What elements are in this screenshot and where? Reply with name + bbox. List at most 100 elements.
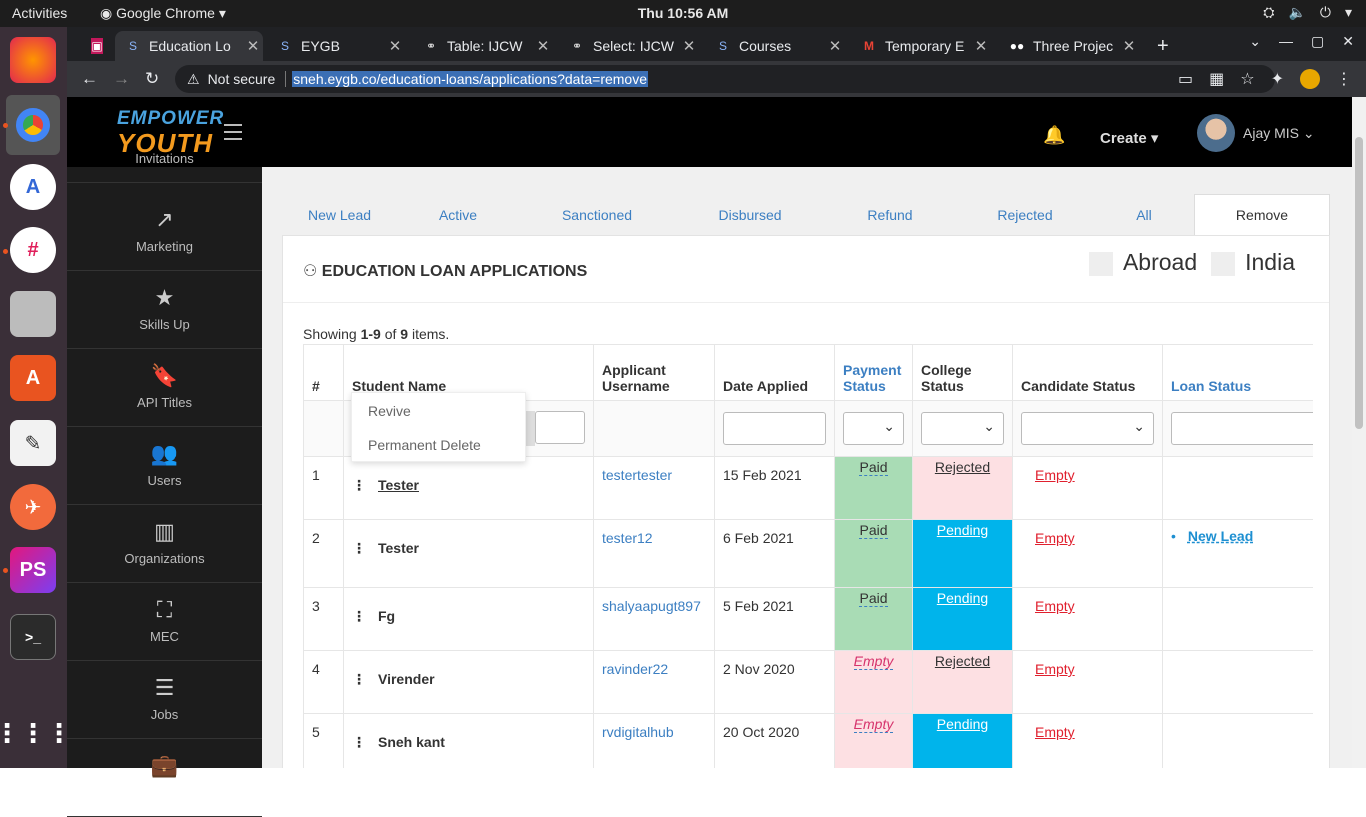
maximize-icon[interactable]: ▢ — [1311, 33, 1324, 50]
files-icon[interactable] — [10, 291, 56, 337]
tab-select[interactable]: ⚭ Select: IJCW ✕ — [559, 31, 699, 61]
tab-active[interactable]: Active — [400, 194, 516, 235]
close-icon[interactable]: ✕ — [825, 37, 845, 55]
reload-icon[interactable]: ↻ — [145, 69, 159, 89]
tab-rejected[interactable]: Rejected — [958, 194, 1092, 235]
more-vert-icon[interactable]: ⋮ — [352, 608, 366, 624]
tab-disbursed[interactable]: Disbursed — [678, 194, 822, 235]
tab-search-button[interactable]: ▣ — [81, 31, 111, 61]
college-status[interactable]: Pending — [937, 716, 988, 732]
college-status[interactable]: Pending — [937, 590, 988, 606]
col-loan-status[interactable]: Loan Status — [1162, 344, 1313, 401]
bell-icon[interactable]: 🔔 — [1043, 125, 1065, 146]
app-grid-icon[interactable]: ⋮⋮⋮ — [0, 710, 72, 756]
close-icon[interactable]: ✕ — [1119, 37, 1139, 55]
india-checkbox[interactable]: India — [1211, 249, 1295, 276]
close-icon[interactable]: ✕ — [533, 37, 553, 55]
student-name[interactable]: Sneh kant — [378, 734, 445, 750]
forward-icon[interactable]: → — [113, 69, 130, 89]
tab-remove[interactable]: Remove — [1194, 194, 1330, 235]
address-bar[interactable]: ⚠ Not secure sneh.eygb.co/education-loan… — [175, 65, 1275, 93]
student-name-filter[interactable] — [535, 411, 585, 444]
close-icon[interactable]: ✕ — [679, 37, 699, 55]
phpstorm-icon[interactable]: PS — [10, 547, 56, 593]
software-icon[interactable]: A — [10, 355, 56, 401]
sidebar-item-organizations[interactable]: ▥ Organizations — [67, 505, 262, 583]
cast-icon[interactable]: ▭ — [1178, 69, 1193, 89]
tab-all[interactable]: All — [1095, 194, 1193, 235]
close-icon[interactable]: ✕ — [971, 37, 991, 55]
applicant-username[interactable]: shalyaapugt897 — [593, 587, 715, 651]
sidebar-item-skills-up[interactable]: ★ Skills Up — [67, 271, 262, 349]
close-icon[interactable]: ✕ — [243, 37, 263, 55]
student-name[interactable]: Tester — [378, 477, 419, 493]
extensions-icon[interactable]: ✦ — [1271, 69, 1284, 89]
android-studio-icon[interactable]: A — [10, 164, 56, 210]
tab-courses[interactable]: S Courses ✕ — [705, 31, 845, 61]
more-vert-icon[interactable]: ⋮ — [352, 734, 366, 750]
tab-new-lead[interactable]: New Lead — [282, 194, 397, 235]
postman-icon[interactable]: ✈ — [10, 484, 56, 530]
student-name[interactable]: Tester — [378, 540, 419, 556]
tab-table[interactable]: ⚭ Table: IJCW ✕ — [413, 31, 553, 61]
tab-temporary[interactable]: M Temporary E ✕ — [851, 31, 991, 61]
text-editor-icon[interactable]: ✎ — [10, 420, 56, 466]
close-icon[interactable]: ✕ — [385, 37, 405, 55]
minimize-icon[interactable]: — — [1279, 33, 1293, 50]
close-window-icon[interactable]: ✕ — [1342, 33, 1354, 50]
page-scrollbar[interactable] — [1352, 97, 1366, 768]
college-status-select[interactable] — [921, 412, 1004, 445]
college-status[interactable]: Rejected — [935, 653, 990, 669]
payment-status[interactable]: Paid — [859, 590, 888, 607]
candidate-status[interactable]: Empty — [1035, 598, 1075, 614]
tab-eygb[interactable]: S EYGB ✕ — [267, 31, 405, 61]
more-vert-icon[interactable]: ⋮ — [352, 540, 366, 556]
sidebar-item-next[interactable]: 💼 — [67, 739, 262, 817]
candidate-status[interactable]: Empty — [1035, 530, 1075, 546]
student-name[interactable]: Virender — [378, 671, 435, 687]
clock[interactable]: Thu 10:56 AM — [0, 5, 1366, 21]
profile-icon[interactable] — [1300, 69, 1320, 89]
qr-icon[interactable]: ▦ — [1209, 69, 1224, 89]
terminal-icon[interactable]: >_ — [10, 614, 56, 660]
more-vert-icon[interactable]: ⋮ — [352, 477, 366, 493]
candidate-status[interactable]: Empty — [1035, 724, 1075, 740]
tab-sanctioned[interactable]: Sanctioned — [519, 194, 675, 235]
user-menu[interactable]: Ajay MIS ⌄ — [1243, 125, 1315, 142]
permanent-delete-menu-item[interactable]: Permanent Delete — [352, 427, 525, 461]
sidebar-item-invitations[interactable]: Invitations — [67, 105, 262, 183]
chrome-dock-icon[interactable] — [6, 95, 60, 155]
loan-status-filter[interactable] — [1171, 412, 1313, 445]
college-status[interactable]: Pending — [937, 522, 988, 538]
url-text[interactable]: sneh.eygb.co/education-loans/application… — [292, 71, 649, 87]
candidate-status-select[interactable] — [1021, 412, 1154, 445]
student-name[interactable]: Fg — [378, 608, 395, 624]
col-payment-status[interactable]: Payment Status — [834, 344, 913, 401]
applicant-username[interactable]: ravinder22 — [593, 650, 715, 714]
abroad-checkbox[interactable]: Abroad — [1088, 249, 1197, 276]
candidate-status[interactable]: Empty — [1035, 467, 1075, 483]
avatar[interactable] — [1197, 114, 1235, 152]
firefox-icon[interactable] — [10, 37, 56, 83]
new-tab-button[interactable]: + — [1147, 31, 1177, 61]
applicant-username[interactable]: tester12 — [593, 519, 715, 588]
slack-icon[interactable]: # — [10, 227, 56, 273]
applicant-username[interactable]: rvdigitalhub — [593, 713, 715, 768]
sidebar-item-marketing[interactable]: ↗ Marketing — [67, 193, 262, 271]
sidebar-item-jobs[interactable]: ☰ Jobs — [67, 661, 262, 739]
sidebar-item-mec[interactable]: ⛶ MEC — [67, 583, 262, 661]
payment-status[interactable]: Empty — [853, 653, 894, 670]
applicant-username[interactable]: testertester — [593, 456, 715, 520]
create-dropdown[interactable]: Create ▾ — [1100, 129, 1158, 147]
tab-list-icon[interactable]: ⌄ — [1249, 33, 1261, 50]
payment-status-select[interactable] — [843, 412, 904, 445]
college-status[interactable]: Rejected — [935, 459, 990, 475]
revive-menu-item[interactable]: Revive — [352, 393, 525, 427]
back-icon[interactable]: ← — [81, 69, 98, 89]
sidebar-item-users[interactable]: 👥 Users — [67, 427, 262, 505]
bookmark-star-icon[interactable]: ☆ — [1240, 69, 1254, 89]
tab-refund[interactable]: Refund — [825, 194, 955, 235]
tab-three-projects[interactable]: ●● Three Projec ✕ — [999, 31, 1139, 61]
scrollbar-thumb[interactable] — [1355, 137, 1363, 429]
date-filter[interactable] — [723, 412, 826, 445]
